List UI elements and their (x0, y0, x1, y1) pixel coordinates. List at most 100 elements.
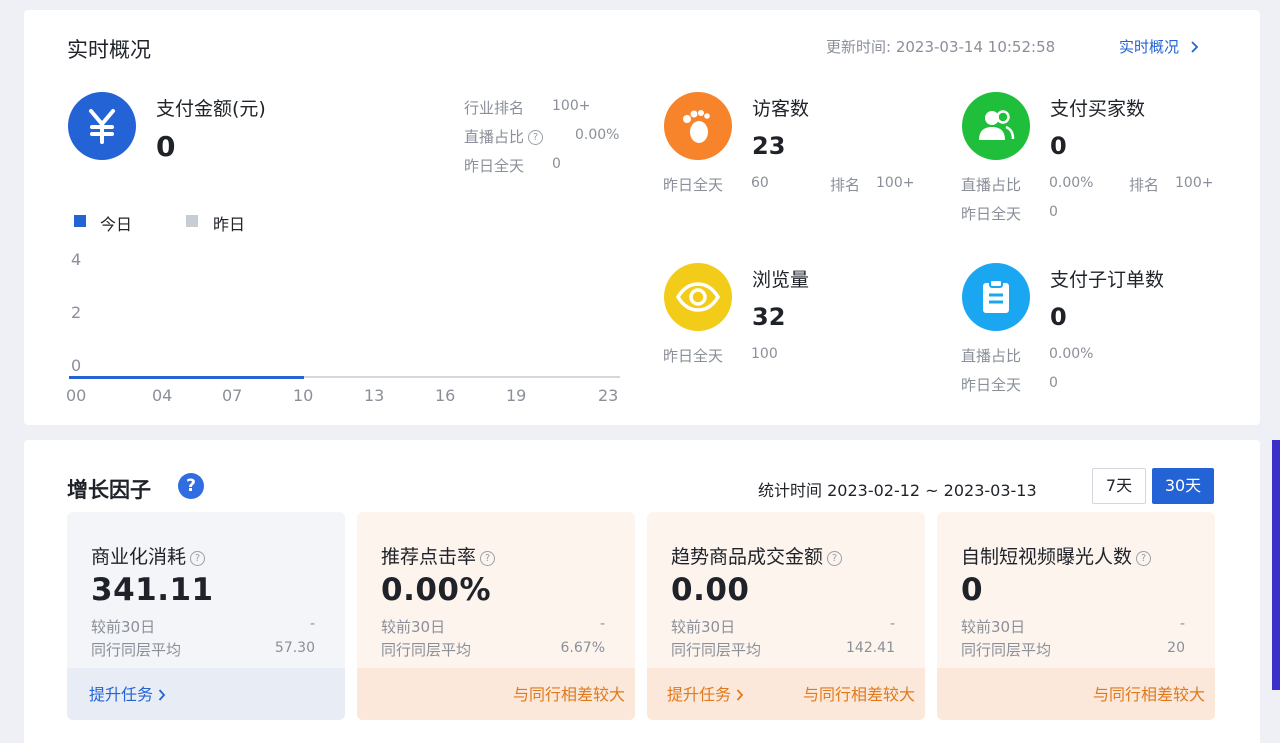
buyers-yesterday-label: 昨日全天 (961, 205, 1022, 223)
eye-icon (664, 263, 732, 331)
orders-yesterday-label: 昨日全天 (961, 376, 1022, 394)
buyers-rank-value: 100+ (1175, 175, 1214, 191)
industry-rank-value: 100+ (552, 98, 591, 114)
orders-label: 支付子订单数 (1050, 269, 1165, 291)
visitors-value: 23 (752, 132, 786, 160)
orders-yesterday-value: 0 (1049, 375, 1058, 391)
buyers-live-share-label: 直播占比 (961, 176, 1022, 194)
metric-label-text: 趋势商品成交金额 (671, 546, 824, 568)
clipboard-icon (962, 263, 1030, 331)
live-share-value: 0.00% (575, 127, 620, 143)
peer-value: 20 (1167, 640, 1185, 656)
x-tick: 23 (598, 386, 619, 405)
orders-live-share-label: 直播占比 (961, 347, 1022, 365)
stat-time-label: 统计时间 (758, 481, 823, 500)
y-tick-4: 4 (71, 250, 82, 269)
improve-task-link[interactable]: 提升任务 (89, 681, 166, 705)
buyers-label: 支付买家数 (1050, 98, 1146, 120)
growth-metric-card[interactable]: 推荐点击率? 0.00% 较前30日 - 同行同层平均 6.67% 与同行相差较… (357, 512, 635, 720)
stat-time: 统计时间 2023-02-12 ~ 2023-03-13 (758, 477, 1037, 501)
orders-value: 0 (1050, 303, 1067, 331)
buyers-yesterday-value: 0 (1049, 204, 1058, 220)
range-30d-button[interactable]: 30天 (1152, 468, 1214, 504)
help-icon[interactable]: ? (1136, 551, 1152, 566)
range-7d-button[interactable]: 7天 (1092, 468, 1146, 504)
metric-value: 0 (961, 572, 984, 608)
metric-label-text: 自制短视频曝光人数 (961, 546, 1133, 568)
peer-gap-link[interactable]: 与同行相差较大 (513, 681, 625, 705)
help-icon[interactable]: ? (178, 473, 204, 499)
growth-metric-card[interactable]: 趋势商品成交金额? 0.00 较前30日 - 同行同层平均 142.41 提升任… (647, 512, 925, 720)
buyers-rank-label: 排名 (1129, 176, 1160, 194)
visitors-rank-value: 100+ (876, 175, 915, 191)
yuan-icon (68, 92, 136, 160)
metric-label: 自制短视频曝光人数? (961, 542, 1152, 569)
help-icon[interactable]: ? (827, 551, 843, 566)
improve-task-link-label: 提升任务 (89, 685, 154, 704)
update-time-label: 更新时间: (826, 38, 892, 56)
yesterday-value: 0 (552, 156, 561, 172)
today-series-line (69, 376, 304, 379)
realtime-detail-link[interactable]: 实时概况 (1119, 36, 1200, 57)
card-footer: 提升任务 (67, 668, 345, 720)
x-tick: 16 (435, 386, 456, 405)
peer-value: 57.30 (274, 640, 315, 656)
y-tick-2: 2 (71, 303, 82, 322)
views-label: 浏览量 (752, 269, 810, 291)
peer-label: 同行同层平均 (961, 641, 1052, 659)
peer-label: 同行同层平均 (91, 641, 182, 659)
improve-task-link[interactable]: 提升任务 (667, 681, 744, 705)
compare-value: - (309, 616, 315, 632)
views-yesterday-value: 100 (751, 346, 778, 362)
chevron-right-icon (736, 689, 744, 701)
chevron-right-icon (1191, 41, 1199, 53)
growth-title: 增长因子 (67, 478, 151, 502)
metric-value: 341.11 (91, 572, 214, 608)
chevron-right-icon (158, 689, 166, 701)
x-tick: 10 (293, 386, 314, 405)
peer-label: 同行同层平均 (381, 641, 472, 659)
growth-metric-card[interactable]: 商业化消耗? 341.11 较前30日 - 同行同层平均 57.30 提升任务 (67, 512, 345, 720)
help-icon[interactable]: ? (190, 551, 206, 566)
industry-rank-label: 行业排名 (464, 99, 525, 117)
peer-label: 同行同层平均 (671, 641, 762, 659)
live-share-label: 直播占比? (464, 126, 544, 147)
x-tick: 19 (506, 386, 527, 405)
compare-label: 较前30日 (961, 618, 1026, 636)
compare-value: - (1179, 616, 1185, 632)
legend-yesterday-label: 昨日 (213, 215, 246, 234)
legend-today-label: 今日 (100, 215, 133, 234)
x-tick: 00 (66, 386, 87, 405)
growth-factor-card: 增长因子 ? 统计时间 2023-02-12 ~ 2023-03-13 7天 3… (24, 440, 1260, 743)
help-icon[interactable]: ? (480, 551, 496, 566)
yesterday-label: 昨日全天 (464, 157, 525, 175)
side-scroll-indicator[interactable] (1272, 440, 1280, 690)
x-tick: 07 (222, 386, 243, 405)
metric-label: 推荐点击率? (381, 542, 496, 569)
peer-value: 6.67% (560, 640, 605, 656)
compare-value: - (889, 616, 895, 632)
visitors-yesterday-label: 昨日全天 (663, 176, 724, 194)
stat-time-range: 2023-02-12 ~ 2023-03-13 (827, 481, 1037, 500)
help-icon[interactable]: ? (528, 130, 544, 145)
legend-today-swatch (74, 215, 86, 227)
update-time-value: 2023-03-14 10:52:58 (895, 38, 1056, 56)
realtime-detail-link-label: 实时概况 (1119, 38, 1180, 56)
visitors-rank-label: 排名 (830, 176, 861, 194)
visitors-label: 访客数 (752, 98, 810, 120)
realtime-title: 实时概况 (67, 38, 151, 62)
views-value: 32 (752, 303, 786, 331)
metric-label-text: 商业化消耗 (91, 546, 187, 568)
improve-task-link-label: 提升任务 (667, 685, 732, 704)
compare-label: 较前30日 (671, 618, 736, 636)
growth-metric-card[interactable]: 自制短视频曝光人数? 0 较前30日 - 同行同层平均 20 与同行相差较大 (937, 512, 1215, 720)
compare-value: - (599, 616, 605, 632)
orders-live-share-value: 0.00% (1049, 346, 1094, 362)
card-footer: 提升任务 与同行相差较大 (647, 668, 925, 720)
update-time: 更新时间: 2023-03-14 10:52:58 (826, 36, 1055, 57)
pay-amount-label: 支付金额(元) (156, 98, 266, 120)
peer-gap-link[interactable]: 与同行相差较大 (1093, 681, 1205, 705)
peer-value: 142.41 (846, 640, 895, 656)
live-share-label-text: 直播占比 (464, 128, 525, 146)
peer-gap-link[interactable]: 与同行相差较大 (803, 681, 915, 705)
